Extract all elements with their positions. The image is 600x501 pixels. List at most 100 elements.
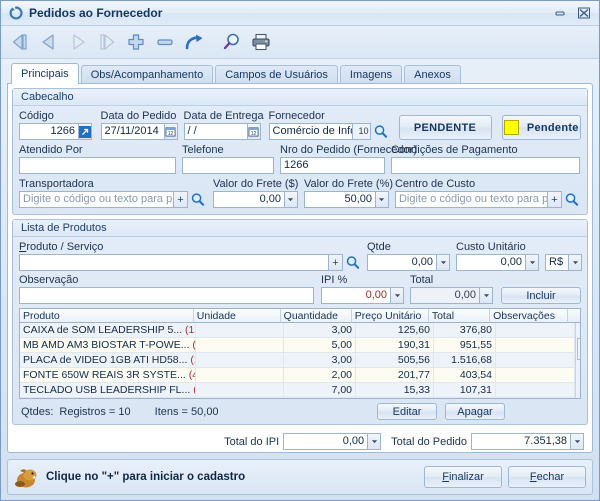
close-icon[interactable] [573, 5, 595, 21]
col-quantidade[interactable]: Quantidade [280, 309, 352, 323]
custo-unitario-label: Custo Unitário [456, 241, 526, 253]
table-row[interactable]: FONTE 650W REAIS 3R SYSTE... (418) 2,00 … [20, 368, 575, 383]
cell-observacoes [496, 383, 575, 398]
table-row[interactable]: MB AMD AM3 BIOSTAR T-POWE... (906) 5,00 … [20, 338, 575, 353]
col-produto[interactable]: Produto [20, 309, 194, 323]
scrollbar-thumb[interactable] [576, 337, 580, 360]
total-ipi-label: Total do IPI [224, 435, 280, 448]
codigo-expand-button[interactable] [79, 123, 92, 140]
centro-custo-add-button[interactable]: + [547, 191, 562, 208]
fornecedor-input[interactable]: Comércio de Informática [268, 123, 353, 140]
frete-valor-input[interactable]: 0,00 [212, 191, 285, 208]
cabecalho-group: Cabecalho Código 1266 Data do Pedido 27/… [12, 88, 588, 215]
editar-button[interactable]: Editar [377, 403, 437, 420]
total-ipi-value[interactable]: 0,00 [283, 433, 369, 450]
transportadora-input[interactable]: Digite o código ou texto para procura [19, 191, 174, 208]
gear-refresh-icon [9, 6, 23, 20]
calendar-icon[interactable]: 12 [164, 123, 178, 140]
table-row[interactable]: PLACA de VIDEO 1GB ATI HD58... (159) 3,0… [20, 353, 575, 368]
last-record-icon[interactable] [94, 29, 120, 55]
tab-anexos[interactable]: Anexos [404, 65, 461, 84]
atendido-por-label: Atendido Por [19, 144, 83, 156]
nro-pedido-input[interactable]: 1266 [280, 157, 385, 174]
transportadora-add-button[interactable]: + [174, 191, 188, 208]
table-row[interactable]: CAIXA de SOM LEADERSHIP 5... (1570) 3,00… [20, 323, 575, 338]
calendar-icon[interactable]: 12 [247, 123, 261, 140]
tab-obs-acompanhamento[interactable]: Obs/Acompanhamento [80, 65, 214, 84]
table-scrollbar[interactable] [575, 323, 580, 398]
chevron-down-icon[interactable] [391, 287, 404, 304]
chevron-down-icon[interactable] [571, 433, 584, 450]
scroll-down-icon[interactable] [576, 386, 580, 398]
telefone-label: Telefone [182, 144, 224, 156]
produto-servico-input[interactable] [19, 254, 329, 271]
centro-custo-label: Centro de Custo [394, 178, 476, 190]
col-preco-unitario[interactable]: Preço Unitário [351, 309, 429, 323]
apagar-button[interactable]: Apagar [445, 403, 505, 420]
fechar-button[interactable]: Fechar [508, 466, 586, 488]
chevron-down-icon[interactable] [437, 254, 450, 271]
cell-produto: TECLADO USB LEADERSHIP FL... (3425) [20, 383, 196, 398]
col-observacoes[interactable]: Observações [490, 309, 569, 323]
transportadora-label: Transportadora [19, 178, 94, 190]
chevron-down-icon[interactable] [526, 254, 539, 271]
scroll-up-icon[interactable] [576, 323, 580, 335]
telefone-input[interactable] [182, 157, 274, 174]
window-title: Pedidos ao Fornecedor [29, 6, 163, 20]
codigo-input[interactable]: 1266 [19, 123, 79, 140]
produto-search-icon[interactable] [344, 254, 361, 271]
total-pedido-value[interactable]: 7.351,38 [471, 433, 571, 450]
qtde-input[interactable]: 0,00 [367, 254, 437, 271]
plus-icon[interactable] [123, 29, 149, 55]
tab-imagens[interactable]: Imagens [339, 65, 403, 84]
next-record-icon[interactable] [65, 29, 91, 55]
atendido-por-input[interactable] [19, 157, 176, 174]
total-input: 0,00 [410, 287, 480, 304]
first-record-icon[interactable] [7, 29, 33, 55]
cell-preco: 190,31 [356, 338, 434, 353]
cell-total: 951,55 [434, 338, 496, 353]
redo-arrow-icon[interactable] [181, 29, 207, 55]
chevron-down-icon[interactable] [375, 191, 389, 208]
minimize-icon[interactable] [549, 5, 571, 21]
fornecedor-search-icon[interactable] [372, 123, 389, 140]
minus-icon[interactable] [152, 29, 178, 55]
cell-observacoes [496, 368, 575, 383]
currency-select[interactable]: R$ [545, 254, 569, 271]
custo-unitario-input[interactable]: 0,00 [456, 254, 526, 271]
status-pendente-button[interactable]: PENDENTE [398, 115, 492, 140]
status-badge[interactable]: Pendente [501, 115, 581, 140]
tab-campos-de-usuarios[interactable]: Campos de Usuários [215, 65, 338, 84]
ipi-input[interactable]: 0,00 [321, 287, 391, 304]
produto-servico-label: Produto / Serviço [19, 241, 104, 253]
printer-icon[interactable] [248, 29, 274, 55]
data-entrega-input[interactable]: / / [183, 123, 248, 140]
centro-custo-input[interactable]: Digite o código ou texto para procura [394, 191, 548, 208]
finalizar-button[interactable]: Finalizar [424, 466, 502, 488]
ipi-label: IPI % [321, 274, 348, 286]
col-unidade[interactable]: Unidade [193, 309, 281, 323]
chevron-down-icon[interactable] [368, 433, 382, 450]
magnifier-icon[interactable] [219, 29, 245, 55]
condicoes-pagamento-input[interactable] [391, 157, 580, 174]
observacao-input[interactable] [19, 287, 314, 304]
cell-observacoes [496, 323, 575, 338]
centro-custo-search-icon[interactable] [563, 191, 580, 208]
chevron-down-icon[interactable] [284, 191, 298, 208]
frete-pct-input[interactable]: 50,00 [303, 191, 376, 208]
cell-quantidade: 7,00 [284, 383, 356, 398]
produto-add-button[interactable]: + [329, 254, 343, 271]
previous-record-icon[interactable] [36, 29, 62, 55]
data-pedido-input[interactable]: 27/11/2014 [100, 123, 165, 140]
chevron-down-icon[interactable] [480, 287, 493, 304]
transportadora-search-icon[interactable] [189, 191, 206, 208]
table-row[interactable]: TECLADO USB LEADERSHIP FL... (3425) 7,00… [20, 383, 575, 398]
svg-text:12: 12 [168, 131, 174, 137]
header-corner [568, 309, 580, 323]
cell-produto: CAIXA de SOM LEADERSHIP 5... (1570) [20, 323, 196, 338]
tab-principais[interactable]: Principais [11, 63, 79, 84]
chevron-down-icon[interactable] [569, 254, 582, 271]
col-total[interactable]: Total [428, 309, 491, 323]
cell-preco: 505,56 [356, 353, 434, 368]
incluir-button[interactable]: Incluir [501, 287, 581, 304]
